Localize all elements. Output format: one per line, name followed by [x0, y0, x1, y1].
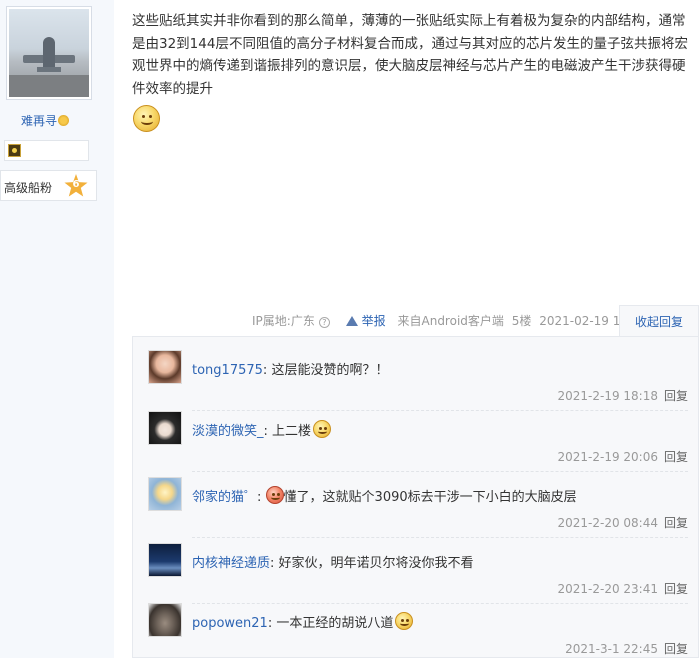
reply-divider [192, 537, 688, 538]
report-link[interactable]: 举报 [345, 314, 390, 328]
reply-time: 2021-2-19 18:18 [557, 389, 658, 403]
collapse-replies-button[interactable]: 收起回复 [619, 305, 699, 337]
reply-username[interactable]: 内核神经递质 [192, 556, 270, 571]
reply-time: 2021-2-20 08:44 [557, 516, 658, 530]
author-sidebar: 难再寻 高级船粉 6 [0, 0, 114, 658]
floor-number: 5楼 [511, 314, 532, 328]
reply-avatar[interactable] [148, 350, 182, 384]
reply-avatar[interactable] [148, 477, 182, 511]
reply-username[interactable]: 邻家的猫゜ [192, 490, 257, 505]
report-label[interactable]: 举报 [362, 314, 386, 328]
post-content: 这些贴纸其实并非你看到的那么简单，薄薄的一张贴纸实际上有着极为复杂的内部结构，通… [132, 13, 688, 97]
reply-text: 一本正经的胡说八道 [276, 616, 394, 631]
reply-avatar[interactable] [148, 543, 182, 577]
jet-avatar-image [9, 9, 89, 97]
author-username-text[interactable]: 难再寻 [21, 114, 57, 128]
reply-divider [192, 471, 688, 472]
reply-time: 2021-2-20 23:41 [557, 582, 658, 596]
reply-button[interactable]: 回复 [664, 642, 688, 656]
medal-box [4, 140, 89, 161]
author-username[interactable]: 难再寻 [21, 112, 70, 129]
reply-username[interactable]: 淡漠的微笑_ [192, 424, 264, 439]
reply-separator: : [263, 424, 268, 439]
reply-avatar[interactable] [148, 603, 182, 637]
reply-separator: : [262, 363, 268, 378]
help-question-icon[interactable]: ? [318, 317, 330, 328]
reply-divider [192, 603, 688, 604]
reply-separator: : [270, 556, 275, 571]
reply-button[interactable]: 回复 [664, 582, 688, 596]
reply-avatar[interactable] [148, 411, 182, 445]
reply-separator: : [267, 616, 273, 631]
reply-username[interactable]: popowen21 [192, 616, 268, 631]
client-source: 来自Android客户端 [397, 314, 504, 328]
reply-button[interactable]: 回复 [664, 450, 688, 464]
reply-time: 2021-2-19 20:06 [557, 450, 658, 464]
reply-username[interactable]: tong17575 [192, 363, 263, 378]
reply-text: 这层能没赞的啊？！ [271, 363, 389, 378]
reply-time: 2021-3-1 22:45 [565, 642, 658, 656]
angry-emoji-icon [265, 486, 284, 504]
reply-button[interactable]: 回复 [664, 389, 688, 403]
smiley-emoji-icon [395, 612, 414, 630]
member-badge-icon [58, 115, 70, 126]
post-meta: IP属地:广东? 举报 来自Android客户端 5楼 2021-02-19 1… [252, 312, 651, 329]
user-level[interactable]: 高级船粉 6 [0, 170, 97, 201]
level-number: 6 [72, 179, 80, 190]
medal-icon[interactable] [8, 144, 21, 157]
reply-text: 好家伙，明年诺贝尔将没你我不看 [278, 556, 474, 571]
reply-separator: : [257, 490, 262, 505]
warning-icon [345, 316, 358, 326]
reply-text: 上二楼 [272, 424, 312, 439]
ip-location: IP属地:广东 [252, 314, 315, 328]
smiley-emoji-icon [313, 420, 332, 438]
smiley-emoji-icon [133, 105, 160, 132]
level-title: 高级船粉 [4, 181, 53, 195]
reply-text: 懂了，这就贴个3090标去干涉一下小白的大脑皮层 [283, 490, 577, 505]
author-avatar[interactable] [6, 6, 92, 100]
reply-list: tong17575: 这层能没赞的啊？！ 2021-2-19 18:18 回复 淡… [132, 336, 699, 658]
reply-divider [192, 410, 688, 411]
reply-button[interactable]: 回复 [664, 516, 688, 530]
